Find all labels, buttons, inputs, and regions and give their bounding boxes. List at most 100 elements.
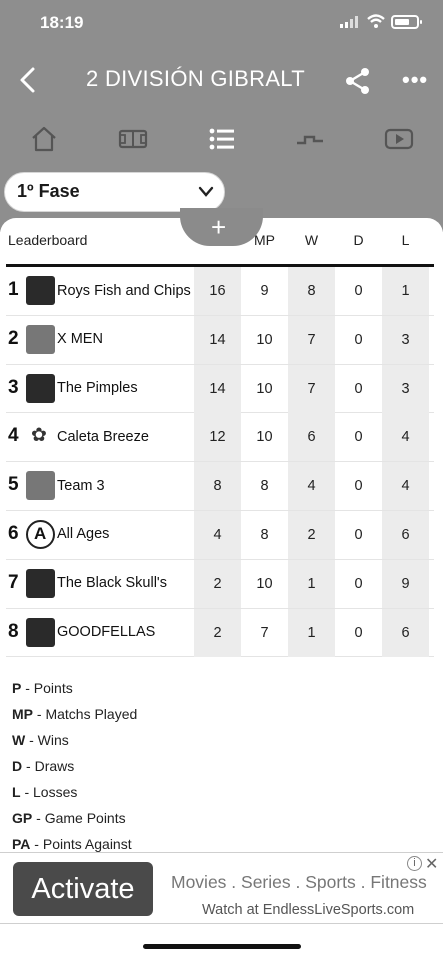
tab-standings[interactable] bbox=[207, 125, 237, 157]
team-name: All Ages bbox=[57, 526, 110, 543]
legend-desc: Wins bbox=[37, 732, 69, 748]
cell-losses: 6 bbox=[382, 608, 429, 657]
team-name: Caleta Breeze bbox=[57, 428, 149, 445]
cell-points: 14 bbox=[194, 364, 241, 413]
table-row[interactable]: 6 All Ages 4 8 2 0 6 bbox=[6, 510, 434, 560]
more-dots-icon[interactable]: ••• bbox=[402, 69, 427, 91]
table-row[interactable]: 5 Team 3 8 8 4 0 4 bbox=[6, 462, 434, 511]
cell-matches-played: 7 bbox=[260, 624, 269, 641]
plus-icon: + bbox=[211, 212, 227, 242]
ad-info-icon[interactable]: i bbox=[407, 856, 422, 871]
legend-abbr: W bbox=[12, 732, 26, 748]
rank: 5 bbox=[8, 474, 19, 496]
cell-losses: 1 bbox=[382, 267, 429, 315]
legend-item: GP - Game Points bbox=[12, 810, 126, 826]
ad-tagline: Movies . Series . Sports . Fitness bbox=[171, 872, 427, 892]
legend-desc: Points Against bbox=[42, 836, 132, 852]
video-play-icon bbox=[384, 128, 414, 150]
cell-draws: 0 bbox=[354, 575, 363, 592]
ad-banner[interactable]: Activate Movies . Series . Sports . Fitn… bbox=[0, 852, 443, 924]
legend-item: P - Points bbox=[12, 680, 73, 696]
chevron-left-icon[interactable] bbox=[14, 64, 42, 96]
chevron-down-icon bbox=[198, 186, 214, 197]
app-header: 18:19 2 DIVISIÓN GIBRALT ••• 1º Fase bbox=[0, 0, 443, 232]
ad-close-icon[interactable]: ✕ bbox=[425, 854, 438, 874]
field-icon bbox=[118, 129, 148, 149]
cell-points: 12 bbox=[194, 413, 241, 462]
cell-points: 8 bbox=[194, 462, 241, 511]
activate-button[interactable]: Activate bbox=[13, 862, 153, 916]
rank: 6 bbox=[8, 522, 19, 544]
table-row[interactable]: 4 Caleta Breeze 12 10 6 0 4 bbox=[6, 413, 434, 463]
cell-points: 4 bbox=[194, 510, 241, 559]
cell-losses: 4 bbox=[382, 413, 429, 462]
legend-abbr: MP bbox=[12, 706, 33, 722]
cell-matches-played: 10 bbox=[256, 331, 273, 348]
cell-draws: 0 bbox=[354, 283, 363, 299]
cell-wins: 7 bbox=[288, 364, 335, 413]
add-button[interactable]: + bbox=[180, 208, 263, 246]
tab-home[interactable] bbox=[30, 125, 58, 157]
team-crest-icon bbox=[26, 471, 55, 501]
cell-matches-played: 8 bbox=[260, 478, 269, 495]
cell-wins: 7 bbox=[288, 315, 335, 364]
legend-item: D - Draws bbox=[12, 758, 75, 774]
home-indicator[interactable] bbox=[143, 944, 301, 949]
team-name: Team 3 bbox=[57, 477, 105, 494]
team-name: The Pimples bbox=[57, 380, 138, 397]
phase-selected-value: 1º Fase bbox=[17, 181, 80, 201]
table-row[interactable]: 7 The Black Skull's 2 10 1 0 9 bbox=[6, 559, 434, 609]
ad-url-text: Watch at EndlessLiveSports.com bbox=[202, 902, 415, 918]
cell-draws: 0 bbox=[354, 429, 363, 446]
legend-abbr: PA bbox=[12, 836, 31, 852]
team-crest-icon bbox=[26, 276, 55, 305]
share-icon[interactable] bbox=[343, 66, 373, 96]
cell-wins: 6 bbox=[288, 413, 335, 462]
team-name: X MEN bbox=[57, 331, 103, 348]
col-header-l: L bbox=[401, 232, 410, 248]
list-icon bbox=[209, 128, 234, 150]
cell-losses: 3 bbox=[382, 315, 429, 364]
rank: 4 bbox=[8, 425, 19, 447]
wifi-icon bbox=[367, 14, 385, 28]
rank: 7 bbox=[8, 571, 19, 593]
tab-videos[interactable] bbox=[384, 125, 414, 157]
team-name: The Black Skull's bbox=[57, 575, 167, 592]
rank: 8 bbox=[8, 620, 19, 642]
page-title: 2 DIVISIÓN GIBRALT bbox=[86, 66, 305, 91]
status-bar: 18:19 bbox=[0, 0, 443, 48]
battery-icon bbox=[391, 15, 422, 29]
bracket-icon bbox=[297, 135, 323, 145]
phase-dropdown[interactable]: 1º Fase bbox=[4, 172, 225, 212]
cell-wins: 1 bbox=[288, 608, 335, 657]
cell-matches-played: 8 bbox=[260, 526, 269, 543]
status-time: 18:19 bbox=[40, 13, 84, 32]
legend-desc: Matchs Played bbox=[45, 706, 138, 722]
table-row[interactable]: 1 Roys Fish and Chips 16 9 8 0 1 bbox=[6, 267, 434, 316]
cell-wins: 1 bbox=[288, 559, 335, 608]
legend-abbr: L bbox=[12, 784, 21, 800]
team-name: GOODFELLAS bbox=[57, 624, 156, 641]
cell-draws: 0 bbox=[354, 624, 363, 641]
tab-bracket[interactable] bbox=[295, 125, 325, 157]
table-row[interactable]: 3 The Pimples 14 10 7 0 3 bbox=[6, 364, 434, 414]
cell-points: 14 bbox=[194, 315, 241, 364]
signal-icon bbox=[340, 16, 358, 28]
cell-wins: 2 bbox=[288, 510, 335, 559]
cell-draws: 0 bbox=[354, 380, 363, 397]
team-name: Roys Fish and Chips bbox=[57, 282, 191, 299]
col-header-d: D bbox=[353, 232, 364, 248]
abbreviation-legend: P - Points MP - Matchs Played W - Wins D… bbox=[12, 680, 137, 862]
table-row[interactable]: 8 GOODFELLAS 2 7 1 0 6 bbox=[6, 608, 434, 658]
cell-wins: 8 bbox=[288, 267, 335, 315]
legend-desc: Draws bbox=[34, 758, 75, 774]
leaderboard-title: Leaderboard bbox=[8, 232, 88, 248]
home-icon bbox=[32, 126, 56, 152]
legend-desc: Game Points bbox=[44, 810, 126, 826]
cell-draws: 0 bbox=[354, 526, 363, 543]
legend-item: L - Losses bbox=[12, 784, 78, 800]
tab-field[interactable] bbox=[118, 125, 148, 157]
table-row[interactable]: 2 X MEN 14 10 7 0 3 bbox=[6, 315, 434, 365]
team-crest-icon bbox=[26, 519, 55, 549]
legend-abbr: GP bbox=[12, 810, 33, 826]
